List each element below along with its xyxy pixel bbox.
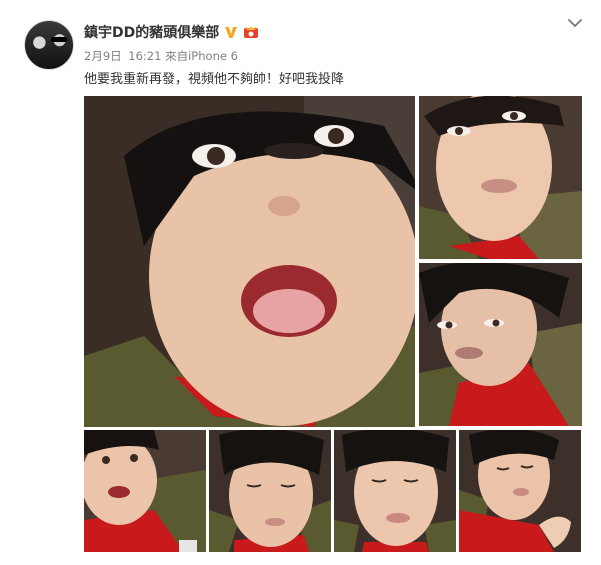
photo-3-image bbox=[419, 263, 582, 426]
verified-v-icon bbox=[225, 27, 238, 38]
photo-2-image bbox=[419, 96, 582, 259]
photo-3[interactable] bbox=[419, 263, 582, 426]
photo-1-image bbox=[84, 96, 415, 427]
author-name[interactable]: 鎮宇DD的豬頭俱樂部 bbox=[84, 22, 219, 42]
post-time[interactable]: 16:21 bbox=[128, 49, 161, 63]
post-text: 他要我重新再發，視頻他不夠帥！好吧我投降 bbox=[84, 72, 345, 87]
post-meta: 2月9日 16:21 來自iPhone 6 bbox=[84, 48, 238, 64]
photo-6-image bbox=[334, 430, 456, 552]
author-row: 鎮宇DD的豬頭俱樂部 bbox=[84, 22, 259, 42]
photo-7[interactable] bbox=[459, 430, 581, 552]
vip-badge-icon[interactable] bbox=[243, 25, 259, 39]
photo-2[interactable] bbox=[419, 96, 582, 259]
photo-5-image bbox=[209, 430, 331, 552]
sunglasses-icon bbox=[51, 37, 67, 42]
photo-6[interactable] bbox=[334, 430, 456, 552]
photo-1[interactable] bbox=[84, 96, 415, 427]
chevron-down-icon[interactable] bbox=[566, 16, 584, 30]
photo-5[interactable] bbox=[209, 430, 331, 552]
photo-7-image bbox=[459, 430, 581, 552]
post-source: 來自iPhone 6 bbox=[165, 49, 238, 63]
weibo-post-card: 鎮宇DD的豬頭俱樂部 2月9日 16:21 來自iPhone 6 他要我重新再發… bbox=[0, 0, 601, 565]
photo-4-image bbox=[84, 430, 206, 552]
photo-4[interactable] bbox=[84, 430, 206, 552]
avatar[interactable] bbox=[24, 20, 74, 70]
post-date[interactable]: 2月9日 bbox=[84, 48, 122, 64]
